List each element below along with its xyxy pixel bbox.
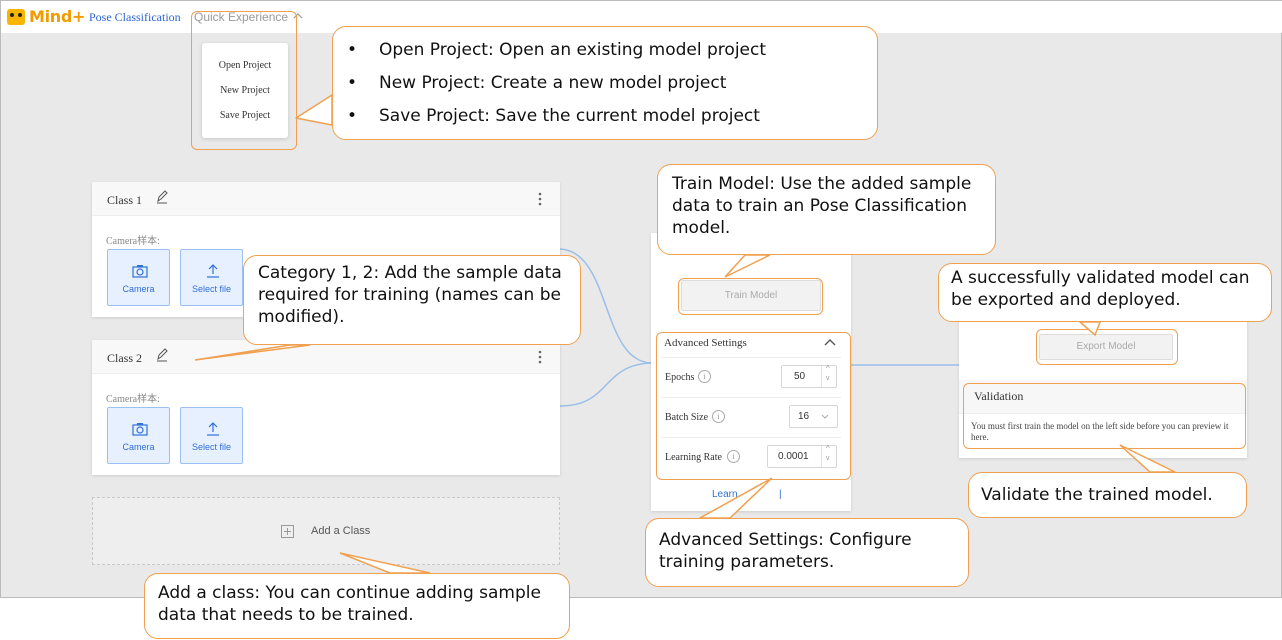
callout-project-menu: Open Project: Open an existing model pro… — [332, 26, 878, 140]
bullet-new-project: New Project: Create a new model project — [333, 72, 877, 105]
callout-add-class: Add a class: You can continue adding sam… — [144, 573, 570, 639]
callout-advanced-settings: Advanced Settings: Configure training pa… — [645, 518, 969, 587]
callout-train-model: Train Model: Use the added sample data t… — [657, 164, 996, 255]
bullet-open-project: Open Project: Open an existing model pro… — [333, 39, 877, 72]
project-bullet-list: Open Project: Open an existing model pro… — [333, 39, 877, 138]
callout-category: Category 1, 2: Add the sample data requi… — [243, 255, 581, 345]
callout-export-model: A successfully validated model can be ex… — [938, 263, 1272, 322]
bullet-save-project: Save Project: Save the current model pro… — [333, 105, 877, 138]
callout-validate: Validate the trained model. — [968, 472, 1247, 518]
